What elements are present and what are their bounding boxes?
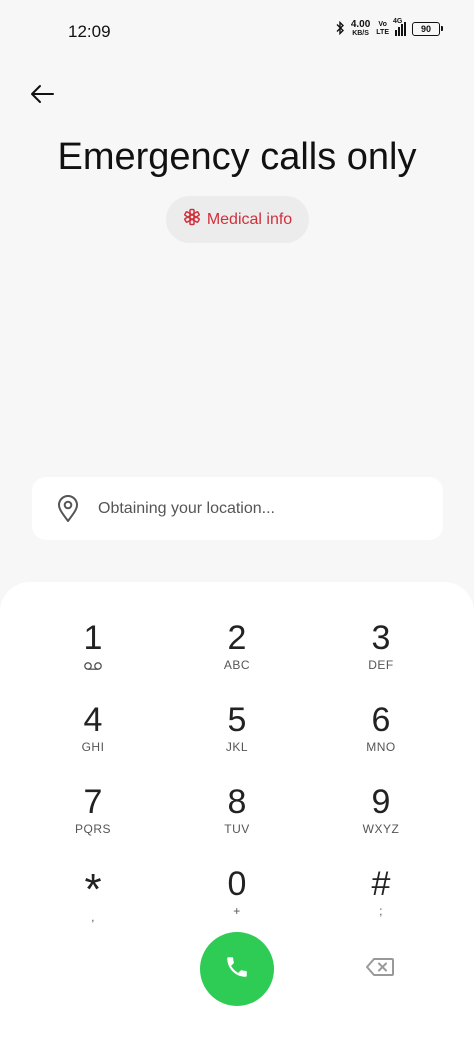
dial-key-3[interactable]: 3 DEF [321, 616, 441, 692]
dial-key-letters: + [233, 904, 241, 918]
dial-key-letters: , [91, 910, 95, 924]
location-pin-icon [55, 494, 81, 524]
battery-level: 90 [420, 24, 431, 34]
dial-key-digit: # [371, 865, 391, 903]
dial-key-letters: ; [379, 904, 383, 918]
dial-key-digit: 3 [371, 619, 391, 657]
volte-indicator: Vo LTE [376, 21, 389, 37]
delete-button[interactable] [360, 952, 400, 986]
dial-key-digit: 2 [227, 619, 247, 657]
dial-key-2[interactable]: 2 ABC [177, 616, 297, 692]
dial-key-6[interactable]: 6 MNO [321, 698, 441, 774]
dial-key-9[interactable]: 9 WXYZ [321, 780, 441, 856]
dial-key-digit: 4 [83, 701, 103, 739]
dial-key-digit: 0 [227, 865, 247, 903]
network-type: 4G [393, 18, 403, 25]
volte-top: Vo [378, 21, 387, 28]
speed-value: 4.00 [350, 19, 371, 30]
status-bar: 12:09 4.00 KB/S Vo LTE 4G 90 [0, 0, 474, 62]
dial-key-digit: 7 [83, 783, 103, 821]
medical-info-label: Medical info [206, 210, 293, 228]
dial-key-letters: MNO [366, 740, 396, 754]
dial-key-letters: WXYZ [362, 822, 400, 836]
location-status-text: Obtaining your location... [98, 499, 275, 517]
page-title: Emergency calls only [57, 136, 417, 178]
dial-key-digit: 8 [227, 783, 247, 821]
volte-bottom: LTE [376, 29, 389, 36]
backspace-icon [365, 957, 395, 982]
voicemail-icon [83, 658, 103, 676]
dial-key-4[interactable]: 4 GHI [33, 698, 153, 774]
status-time: 12:09 [68, 22, 111, 41]
signal-4g-icon: 4G [393, 18, 406, 36]
dial-key-letters: JKL [225, 740, 249, 754]
dial-key-5[interactable]: 5 JKL [177, 698, 297, 774]
dial-key-digit: * [84, 865, 102, 914]
battery-icon: 90 [412, 22, 443, 36]
dial-key-letters: TUV [224, 822, 250, 836]
dial-key-7[interactable]: 7 PQRS [33, 780, 153, 856]
dial-key-0[interactable]: 0 + [177, 862, 297, 938]
dial-key-8[interactable]: 8 TUV [177, 780, 297, 856]
dial-key-digit: 6 [371, 701, 391, 739]
medical-info-button[interactable]: Medical info [166, 196, 309, 243]
dial-key-digit: 5 [227, 701, 247, 739]
back-arrow-icon [29, 84, 55, 109]
dial-key-hash[interactable]: # ; [321, 862, 441, 938]
dial-key-letters: ABC [223, 658, 251, 672]
network-speed: 4.00 KB/S [351, 20, 370, 38]
status-icons: 4.00 KB/S Vo LTE 4G 90 [335, 18, 443, 38]
back-button[interactable] [26, 80, 58, 112]
dial-key-letters: GHI [81, 740, 105, 754]
call-button[interactable] [200, 932, 274, 1006]
speed-unit: KB/S [352, 30, 369, 37]
bluetooth-icon [335, 20, 345, 37]
dial-key-1[interactable]: 1 [33, 616, 153, 692]
location-card: Obtaining your location... [32, 477, 443, 540]
dial-key-digit: 9 [371, 783, 391, 821]
dial-key-letters: DEF [368, 658, 394, 672]
phone-icon [224, 954, 250, 985]
dial-key-star[interactable]: * , [33, 862, 153, 938]
medical-asterisk-icon [183, 208, 201, 231]
dial-key-digit: 1 [83, 619, 103, 657]
dial-key-letters: PQRS [74, 822, 111, 836]
